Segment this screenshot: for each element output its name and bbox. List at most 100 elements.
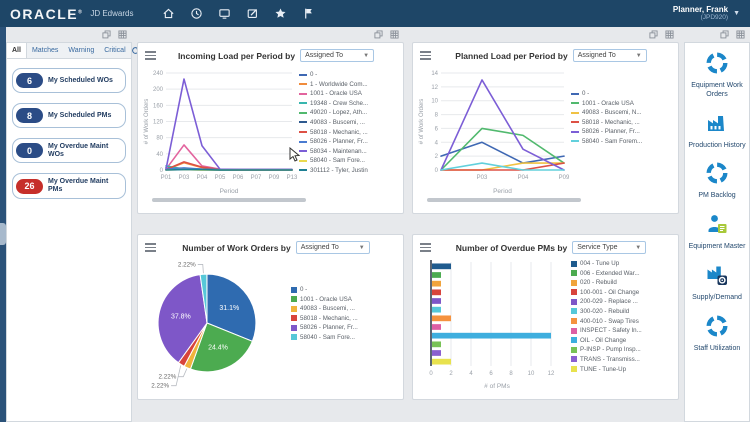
legend-item[interactable]: 200-029 - Replace ... (571, 298, 642, 305)
legend-swatch (571, 289, 577, 295)
edit-icon[interactable] (245, 7, 259, 21)
home-icon[interactable] (161, 7, 175, 21)
count-badge: 26 (16, 179, 43, 194)
legend-item[interactable]: 58026 - Planner, Fr... (571, 128, 642, 135)
svg-text:P09: P09 (559, 175, 570, 181)
legend-item[interactable]: 0 - (291, 286, 358, 293)
svg-text:31.1%: 31.1% (219, 305, 239, 312)
chart-title: Planned Load per Period by (455, 51, 567, 61)
tab-critical[interactable]: Critical (99, 43, 130, 58)
chart-scrollbar[interactable] (152, 198, 306, 202)
svg-text:P04: P04 (197, 175, 208, 181)
legend-item[interactable]: 1001 - Oracle USA (291, 296, 358, 303)
grid-view-icon[interactable] (390, 30, 399, 39)
assigned-to-dropdown[interactable]: Assigned To▼ (296, 241, 370, 254)
menu-icon[interactable] (420, 49, 431, 62)
menu-icon[interactable] (145, 241, 156, 254)
quick-link-pm-backlog[interactable]: PM Backlog (698, 161, 735, 201)
legend-item[interactable]: 49020 - Lopez, Ath... (299, 109, 368, 116)
flag-icon[interactable] (301, 7, 315, 21)
grid-view-icon[interactable] (736, 30, 745, 39)
legend-item[interactable]: 020 - Rebuild (571, 279, 642, 286)
rail-drag-handle[interactable] (0, 223, 6, 245)
menu-icon[interactable] (420, 241, 431, 254)
person-document-icon (689, 212, 746, 241)
svg-text:10: 10 (431, 99, 438, 105)
menu-icon[interactable] (145, 49, 156, 62)
legend-item[interactable]: 1 - Worldwide Com... (299, 81, 368, 88)
legend-item[interactable]: TUNE - Tune-Up (571, 366, 642, 373)
tab-matches[interactable]: Matches (27, 43, 63, 58)
restore-panel-icon[interactable] (374, 30, 383, 39)
svg-text:8: 8 (435, 113, 439, 119)
alerts-panel: All Matches Warning Critical 6 My Schedu… (6, 27, 132, 422)
grid-view-icon[interactable] (665, 30, 674, 39)
legend-swatch (291, 325, 297, 331)
legend-item[interactable]: 006 - Extended War... (571, 270, 642, 277)
legend-item[interactable]: 19348 - Crew Sche... (299, 100, 368, 107)
chart-card-work-orders-pie: Number of Work Orders by Assigned To▼ 31… (137, 234, 404, 400)
chart-title: Number of Overdue PMs by (456, 243, 567, 253)
quick-link-equipment-master[interactable]: Equipment Master (689, 212, 746, 252)
legend-item[interactable]: 49083 - Buscemi, ... (299, 119, 368, 126)
legend-item[interactable]: 58018 - Mechanic, ... (299, 129, 368, 136)
svg-text:P07: P07 (251, 175, 262, 181)
legend-item[interactable]: 1001 - Oracle USA (571, 100, 642, 107)
legend-item[interactable]: 58018 - Mechanic, ... (291, 315, 358, 322)
legend-item[interactable]: 004 - Tune Up (571, 260, 642, 267)
quick-link-label: Staff Utilization (694, 345, 741, 354)
tab-warning[interactable]: Warning (63, 43, 99, 58)
svg-text:240: 240 (153, 71, 164, 77)
card-my-scheduled-wos[interactable]: 6 My Scheduled WOs (12, 68, 126, 93)
legend-item[interactable]: 58026 - Planner, Fr... (291, 324, 358, 331)
legend-item[interactable]: 58026 - Planner, Fr... (299, 138, 368, 145)
card-my-scheduled-pms[interactable]: 8 My Scheduled PMs (12, 103, 126, 128)
legend-swatch (571, 102, 579, 104)
quick-link-supply-demand[interactable]: Supply/Demand (692, 263, 742, 303)
legend-item[interactable]: 100-001 - Oil Change (571, 289, 642, 296)
watchlist-icon[interactable] (217, 7, 231, 21)
restore-panel-icon[interactable] (649, 30, 658, 39)
favorites-icon[interactable] (273, 7, 287, 21)
legend-item[interactable]: 301112 - Tyler, Justin (299, 167, 368, 174)
quick-link-staff-utilization[interactable]: Staff Utilization (694, 314, 741, 354)
legend-item[interactable]: 0 - (299, 71, 368, 78)
line-chart-canvas: 04080120160200240P01P03P04P05P06P07P09P1… (141, 64, 299, 196)
chart-scrollbar[interactable] (427, 198, 581, 202)
legend-item[interactable]: TRANS - Transmiss... (571, 356, 642, 363)
quick-link-production-history[interactable]: Production History (688, 111, 745, 151)
assigned-to-dropdown[interactable]: Assigned To▼ (300, 49, 374, 62)
legend-item[interactable]: 300-020 - Rebuild (571, 308, 642, 315)
card-my-overdue-maint-wos[interactable]: 0 My Overdue Maint WOs (12, 138, 126, 163)
svg-text:2: 2 (449, 371, 453, 377)
grid-view-icon[interactable] (118, 30, 127, 39)
legend-item[interactable]: 400-010 - Swap Tires (571, 318, 642, 325)
legend-item[interactable]: OIL - Oil Change (571, 337, 642, 344)
legend-item[interactable]: 58034 - Maintenan... (299, 148, 368, 155)
legend-label: 1001 - Oracle USA (582, 100, 634, 107)
tab-all[interactable]: All (7, 43, 27, 58)
recent-reports-icon[interactable] (189, 7, 203, 21)
svg-text:Period: Period (493, 188, 512, 195)
legend-item[interactable]: 58040 - Sam Fore... (291, 334, 358, 341)
legend-item[interactable]: 49083 - Buscemi, ... (291, 305, 358, 312)
legend-item[interactable]: 49083 - Buscemi, N... (571, 109, 642, 116)
legend-item[interactable]: 58040 - Sam Fore... (299, 157, 368, 164)
quick-link-equipment-work-orders[interactable]: Equipment Work Orders (687, 51, 747, 100)
legend-swatch (571, 299, 577, 305)
legend-item[interactable]: 58018 - Mechanic, ... (571, 119, 642, 126)
legend-item[interactable]: INSPECT - Safety In... (571, 327, 642, 334)
service-type-dropdown[interactable]: Service Type▼ (572, 241, 646, 254)
legend-item[interactable]: 0 - (571, 90, 642, 97)
card-my-overdue-maint-pms[interactable]: 26 My Overdue Maint PMs (12, 173, 126, 198)
restore-panel-icon[interactable] (720, 30, 729, 39)
legend-swatch (571, 366, 577, 372)
restore-panel-icon[interactable] (102, 30, 111, 39)
assigned-to-dropdown[interactable]: Assigned To▼ (573, 49, 647, 62)
svg-text:10: 10 (528, 371, 535, 377)
line-chart-canvas: 02468101214P03P04P09Period# of Work Orde… (416, 64, 571, 196)
user-menu[interactable]: Planner, Frank (JPD920) ▼ (673, 6, 740, 22)
legend-item[interactable]: 1001 - Oracle USA (299, 90, 368, 97)
legend-item[interactable]: P-INSP - Pump Insp... (571, 346, 642, 353)
legend-item[interactable]: 58040 - Sam Forem... (571, 138, 642, 145)
